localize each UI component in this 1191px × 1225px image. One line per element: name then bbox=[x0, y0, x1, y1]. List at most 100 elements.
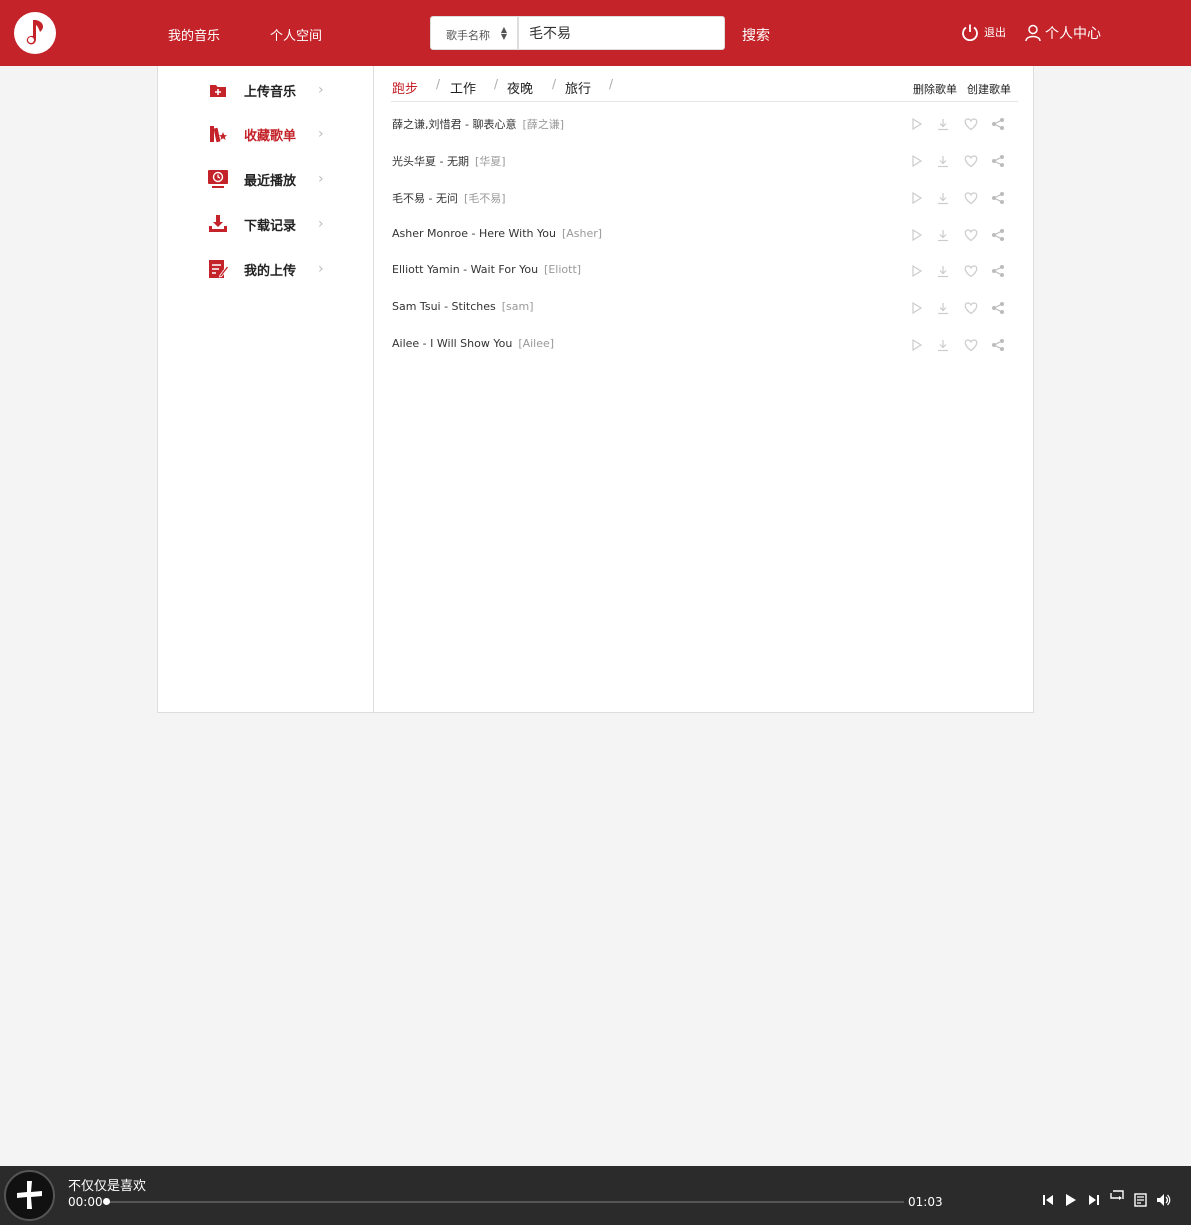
heart-icon[interactable] bbox=[963, 190, 979, 206]
song-actions bbox=[903, 116, 1004, 132]
create-playlist-button[interactable]: 创建歌单 bbox=[967, 81, 1011, 97]
song-artist: [华夏] bbox=[474, 155, 506, 168]
song-row[interactable]: Sam Tsui - Stitches [sam] bbox=[391, 298, 1018, 318]
song-artist: [Asher] bbox=[561, 227, 603, 240]
chevron-right-icon: › bbox=[318, 126, 324, 142]
progress-bar[interactable] bbox=[106, 1201, 904, 1203]
select-arrows-icon: ▲ ▼ bbox=[500, 25, 507, 41]
share-icon[interactable] bbox=[991, 153, 1007, 169]
download-icon[interactable] bbox=[936, 337, 952, 353]
volume-icon[interactable] bbox=[1156, 1192, 1172, 1208]
album-cover-icon bbox=[8, 1174, 51, 1217]
play-icon[interactable] bbox=[910, 116, 926, 132]
progress-handle[interactable] bbox=[103, 1198, 110, 1205]
user-center-label: 个人中心 bbox=[1045, 26, 1101, 42]
nav-personal-space[interactable]: 个人空间 bbox=[270, 25, 322, 44]
logout-button[interactable]: 退出 bbox=[961, 23, 1006, 41]
song-row[interactable]: Asher Monroe - Here With You [Asher] bbox=[391, 225, 1018, 245]
tab-separator: / bbox=[609, 77, 614, 91]
download-icon[interactable] bbox=[936, 263, 952, 279]
song-actions bbox=[903, 263, 1004, 279]
download-icon[interactable] bbox=[936, 300, 952, 316]
play-icon[interactable] bbox=[1063, 1192, 1079, 1208]
now-playing-title: 不仅仅是喜欢 bbox=[68, 1179, 147, 1194]
sidebar: 上传音乐 › 收藏歌单 › 最近播放 › 下载记录 › 我的上传 › bbox=[158, 66, 374, 712]
heart-icon[interactable] bbox=[963, 263, 979, 279]
song-title[interactable]: 毛不易 - 无问 [毛不易] bbox=[392, 190, 506, 206]
song-actions bbox=[903, 300, 1004, 316]
chevron-right-icon: › bbox=[318, 216, 324, 232]
song-actions bbox=[903, 190, 1004, 206]
playlist-queue-icon[interactable] bbox=[1133, 1192, 1149, 1208]
share-icon[interactable] bbox=[991, 300, 1007, 316]
user-icon bbox=[1025, 24, 1041, 42]
tab-travel[interactable]: 旅行 bbox=[565, 78, 591, 97]
tab-night[interactable]: 夜晚 bbox=[507, 78, 533, 97]
song-row[interactable]: 薛之谦,刘惜君 - 聊表心意 [薛之谦] bbox=[391, 114, 1018, 134]
search-button[interactable]: 搜索 bbox=[742, 25, 770, 45]
previous-track-icon[interactable] bbox=[1040, 1192, 1056, 1208]
music-player-bar: 不仅仅是喜欢 00:00 01:03 bbox=[0, 1166, 1191, 1225]
song-artist: [sam] bbox=[501, 300, 534, 313]
download-icon[interactable] bbox=[936, 190, 952, 206]
repeat-mode-icon[interactable] bbox=[1109, 1188, 1125, 1204]
play-icon[interactable] bbox=[910, 337, 926, 353]
delete-playlist-button[interactable]: 删除歌单 bbox=[913, 81, 957, 97]
sidebar-item-label: 最近播放 bbox=[244, 173, 297, 189]
play-icon[interactable] bbox=[910, 300, 926, 316]
song-actions bbox=[903, 337, 1004, 353]
heart-icon[interactable] bbox=[963, 227, 979, 243]
user-center-link[interactable]: 个人中心 bbox=[1025, 23, 1101, 43]
heart-icon[interactable] bbox=[963, 300, 979, 316]
heart-icon[interactable] bbox=[963, 116, 979, 132]
play-icon[interactable] bbox=[910, 190, 926, 206]
song-row[interactable]: 光头华夏 - 无期 [华夏] bbox=[391, 151, 1018, 171]
main-panel: 上传音乐 › 收藏歌单 › 最近播放 › 下载记录 › 我的上传 › 跑步 / … bbox=[157, 66, 1034, 713]
share-icon[interactable] bbox=[991, 190, 1007, 206]
tab-work[interactable]: 工作 bbox=[450, 78, 476, 97]
share-icon[interactable] bbox=[991, 116, 1007, 132]
tab-running[interactable]: 跑步 bbox=[392, 78, 418, 97]
play-icon[interactable] bbox=[910, 263, 926, 279]
heart-icon[interactable] bbox=[963, 153, 979, 169]
sidebar-item-my-upload[interactable]: 我的上传 › bbox=[206, 257, 336, 281]
song-title[interactable]: 光头华夏 - 无期 [华夏] bbox=[392, 153, 506, 169]
heart-icon[interactable] bbox=[963, 337, 979, 353]
play-icon[interactable] bbox=[910, 153, 926, 169]
sidebar-item-label: 上传音乐 bbox=[244, 84, 297, 100]
song-name: Sam Tsui - Stitches bbox=[392, 300, 496, 313]
song-artist: [毛不易] bbox=[463, 192, 506, 205]
song-title[interactable]: Elliott Yamin - Wait For You [Eliott] bbox=[392, 263, 581, 276]
download-icon[interactable] bbox=[936, 227, 952, 243]
song-title[interactable]: Ailee - I Will Show You [Ailee] bbox=[392, 337, 554, 350]
song-name: 薛之谦,刘惜君 - 聊表心意 bbox=[392, 118, 517, 131]
share-icon[interactable] bbox=[991, 337, 1007, 353]
nav-my-music[interactable]: 我的音乐 bbox=[168, 25, 220, 44]
song-artist: [Ailee] bbox=[518, 337, 555, 350]
song-title[interactable]: 薛之谦,刘惜君 - 聊表心意 [薛之谦] bbox=[392, 116, 564, 132]
song-row[interactable]: Ailee - I Will Show You [Ailee] bbox=[391, 335, 1018, 355]
share-icon[interactable] bbox=[991, 263, 1007, 279]
sidebar-item-download-history[interactable]: 下载记录 › bbox=[206, 212, 336, 236]
song-row[interactable]: 毛不易 - 无问 [毛不易] bbox=[391, 188, 1018, 208]
sidebar-item-recent-play[interactable]: 最近播放 › bbox=[206, 167, 336, 191]
search-input[interactable] bbox=[518, 16, 725, 50]
app-logo[interactable] bbox=[14, 12, 56, 54]
next-track-icon[interactable] bbox=[1086, 1192, 1102, 1208]
download-icon[interactable] bbox=[936, 153, 952, 169]
sidebar-item-upload-music[interactable]: 上传音乐 › bbox=[206, 78, 336, 102]
my-upload-icon bbox=[206, 257, 230, 281]
song-row[interactable]: Elliott Yamin - Wait For You [Eliott] bbox=[391, 261, 1018, 281]
share-icon[interactable] bbox=[991, 227, 1007, 243]
download-icon[interactable] bbox=[936, 116, 952, 132]
tab-separator: / bbox=[494, 77, 499, 91]
song-name: Ailee - I Will Show You bbox=[392, 337, 513, 350]
album-disc[interactable] bbox=[4, 1170, 55, 1221]
sidebar-item-favorite-playlist[interactable]: 收藏歌单 › bbox=[206, 122, 336, 146]
search-type-select[interactable]: 歌手名称 ▲ ▼ bbox=[430, 16, 518, 50]
tab-separator: / bbox=[552, 77, 557, 91]
song-title[interactable]: Asher Monroe - Here With You [Asher] bbox=[392, 227, 602, 240]
play-icon[interactable] bbox=[910, 227, 926, 243]
song-title[interactable]: Sam Tsui - Stitches [sam] bbox=[392, 300, 534, 313]
song-name: 毛不易 - 无问 bbox=[392, 192, 458, 205]
